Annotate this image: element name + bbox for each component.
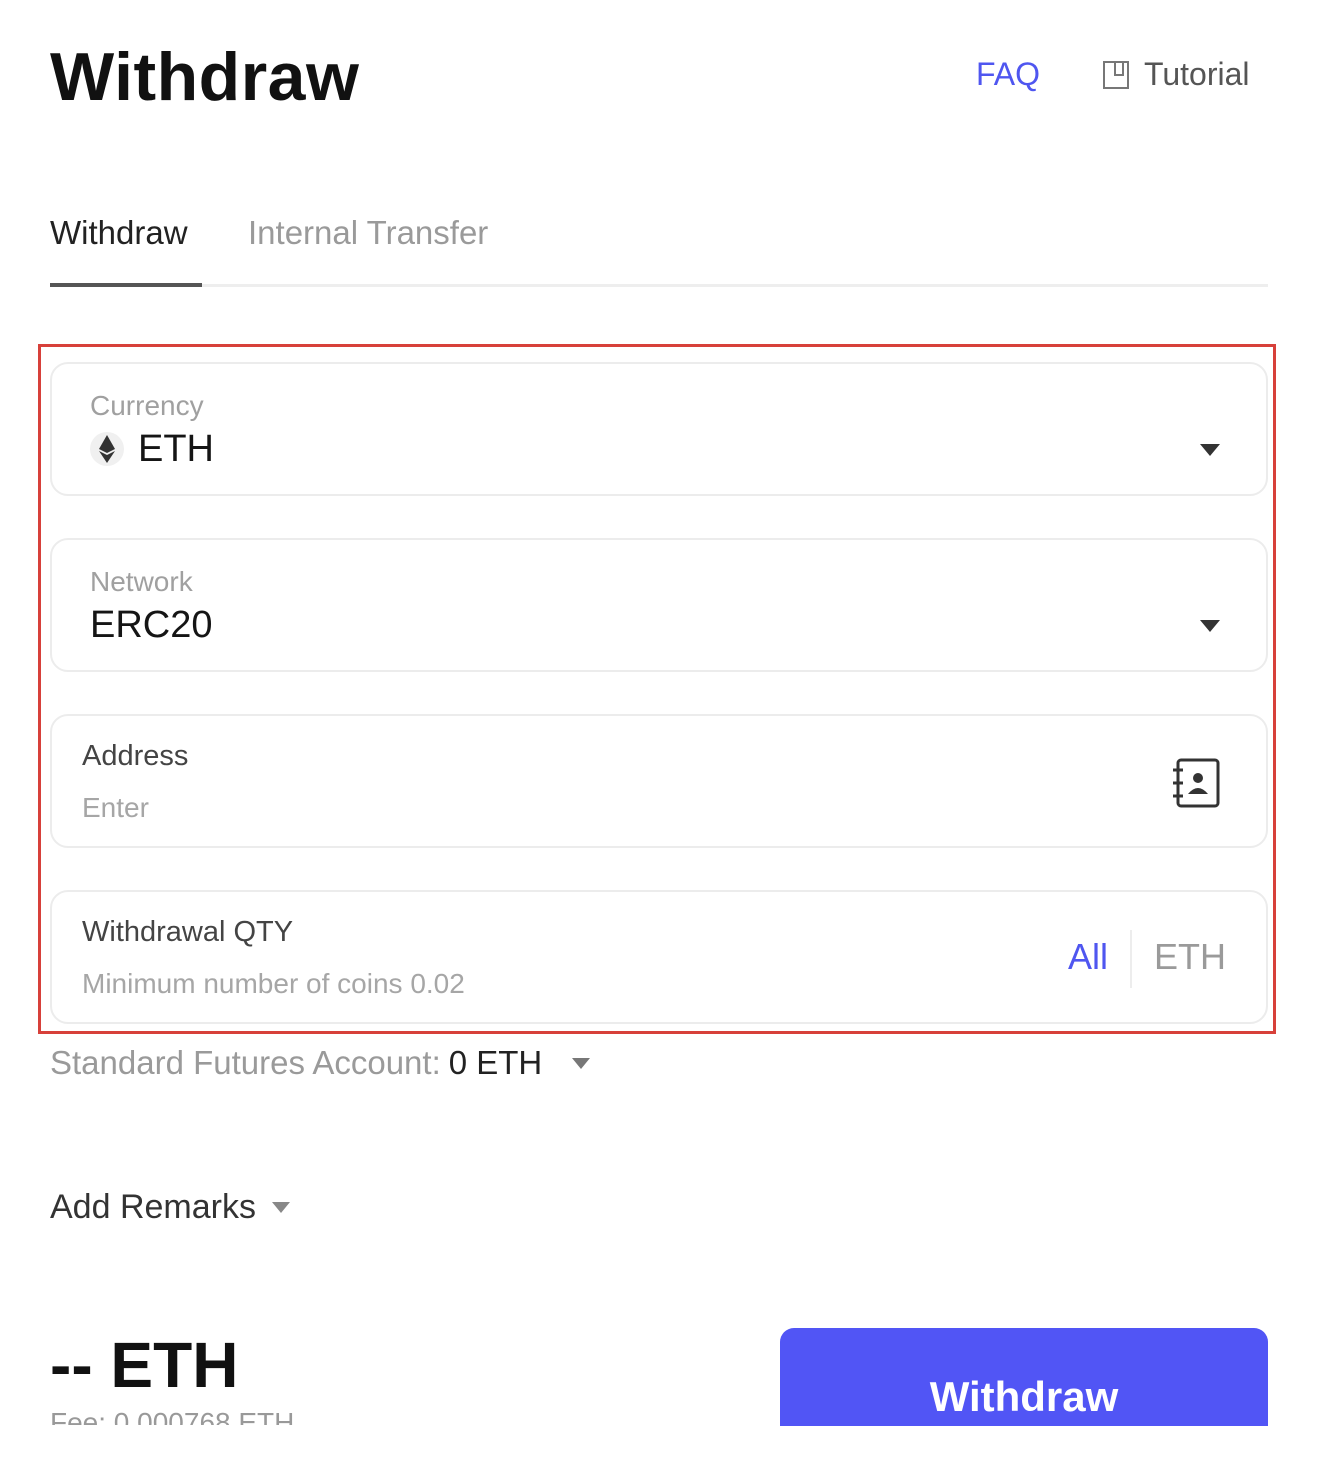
all-button[interactable]: All [1068,936,1108,978]
quantity-label: Withdrawal QTY [82,916,294,948]
receive-amount: -- ETH [50,1329,239,1401]
account-balance: 0 ETH [448,1044,543,1081]
network-select[interactable]: Network ERC20 [50,538,1268,672]
add-remarks-label: Add Remarks [50,1188,256,1226]
quantity-field: Withdrawal QTY All ETH [50,890,1268,1024]
currency-select[interactable]: Currency ETH [50,362,1268,496]
quantity-unit: ETH [1154,936,1226,977]
quantity-input[interactable] [82,964,982,1004]
account-label: Standard Futures Account: [50,1044,441,1081]
page-title: Withdraw [50,39,360,115]
chevron-down-icon [1200,444,1220,456]
tab-internal-transfer[interactable]: Internal Transfer [248,214,488,252]
active-tab-indicator [50,283,202,287]
tab-bar: Withdraw Internal Transfer [50,214,1268,287]
tutorial-label: Tutorial [1144,56,1250,92]
chevron-down-icon [1200,620,1220,632]
currency-label: Currency [90,390,204,421]
chevron-down-icon [271,1202,290,1213]
chevron-down-icon [572,1057,591,1069]
address-field: Address [50,714,1268,848]
ethereum-icon [90,432,124,466]
divider [1130,930,1132,988]
book-icon [1103,60,1129,89]
fee-text: Fee: 0.000768 ETH [50,1407,295,1425]
tutorial-link[interactable]: Tutorial [1102,56,1250,93]
network-value: ERC20 [90,604,213,646]
faq-link[interactable]: FAQ [976,56,1040,93]
account-selector[interactable]: Standard Futures Account: 0 ETH [50,1044,591,1082]
add-remarks-toggle[interactable]: Add Remarks [50,1188,290,1227]
withdraw-button[interactable]: Withdraw [780,1328,1268,1426]
tab-withdraw[interactable]: Withdraw [50,214,188,252]
network-label: Network [90,566,193,597]
contacts-book-icon[interactable] [1170,756,1222,810]
currency-value: ETH [138,428,214,470]
address-label: Address [82,740,189,772]
address-input[interactable] [82,788,982,828]
